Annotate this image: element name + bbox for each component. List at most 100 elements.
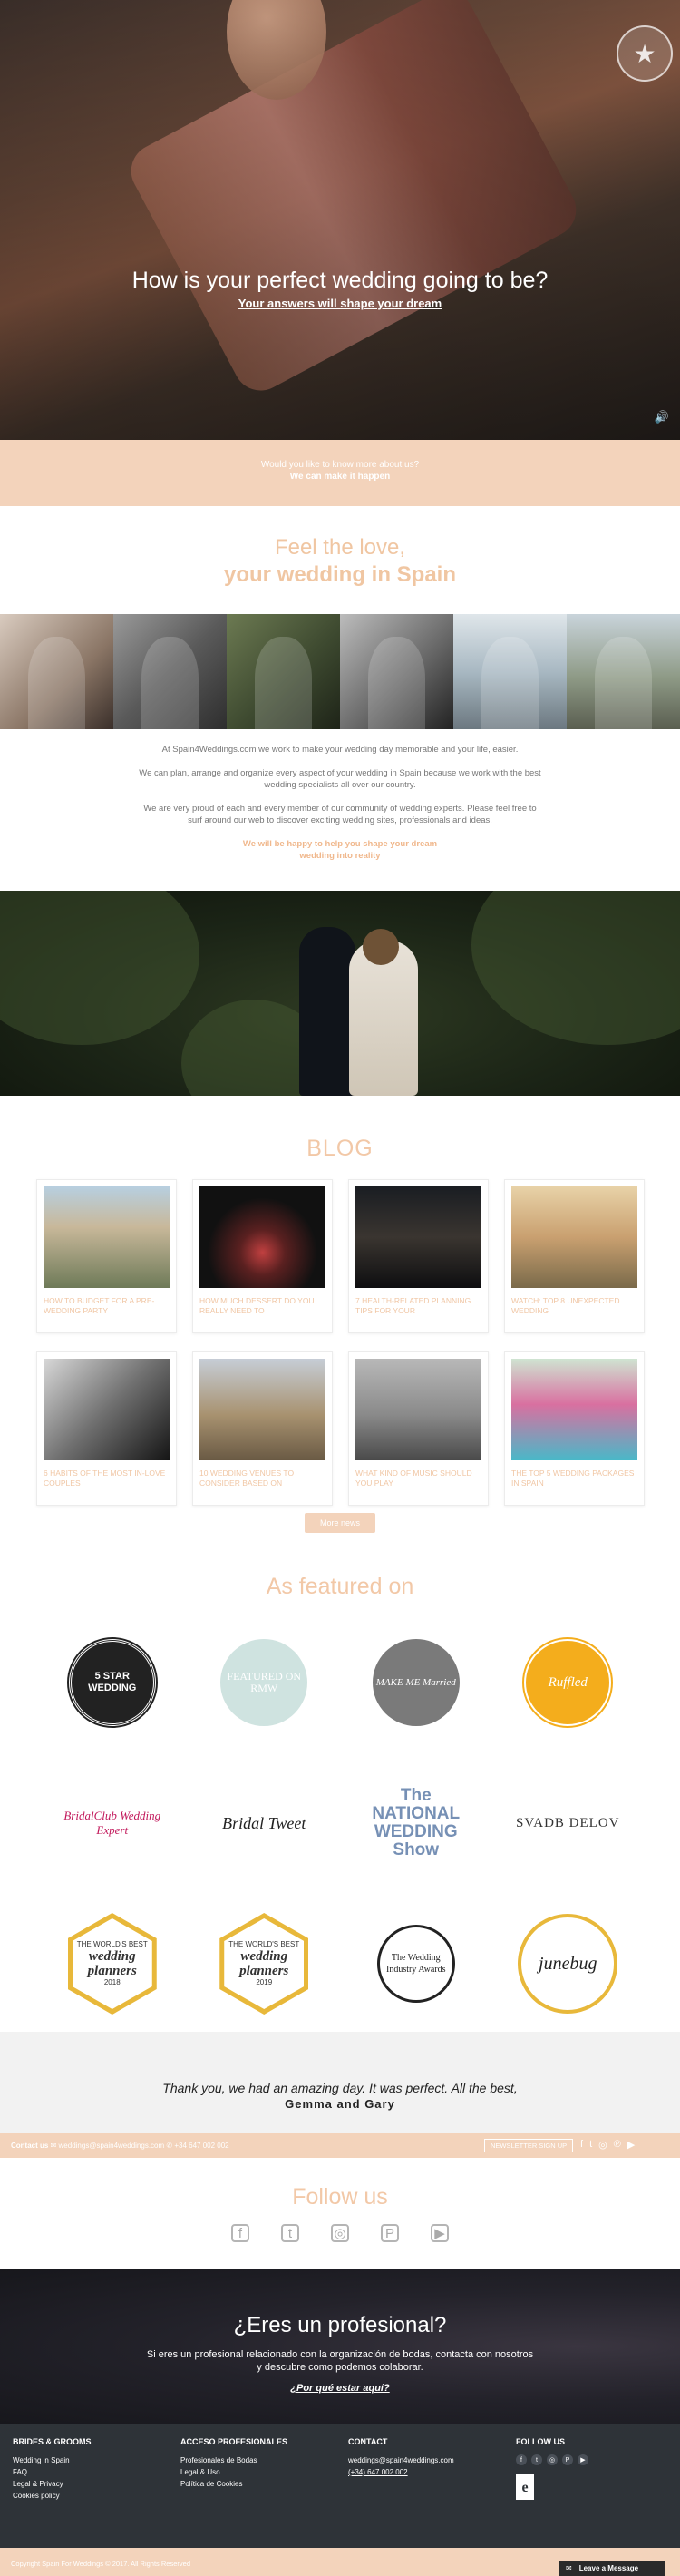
blog-card[interactable]: 10 WEDDING VENUES TO CONSIDER BASED ON xyxy=(192,1351,333,1506)
footer-col-brides: BRIDES & GROOMS Wedding in Spain FAQ Leg… xyxy=(13,2437,92,2502)
youtube-icon[interactable]: ▶ xyxy=(627,2139,635,2151)
blog-card-title: 6 HABITS OF THE MOST IN-LOVE COUPLES xyxy=(44,1469,166,1488)
sound-icon[interactable]: 🔊 xyxy=(655,410,669,424)
blog-card-title: HOW TO BUDGET FOR A PRE-WEDDING PARTY xyxy=(44,1296,155,1315)
featured-logo[interactable]: 5 STAR WEDDING xyxy=(36,1633,189,1732)
footer-link[interactable]: Profesionales de Bodas xyxy=(180,2454,287,2466)
blog-card[interactable]: HOW MUCH DESSERT DO YOU REALLY NEED TO xyxy=(192,1179,333,1333)
footer-link[interactable]: FAQ xyxy=(13,2466,92,2478)
featured-logo[interactable]: SVADB DELOV xyxy=(492,1773,645,1873)
mail-icon: ✉ xyxy=(566,2564,572,2572)
blog-card[interactable]: THE TOP 5 WEDDING PACKAGES IN SPAIN xyxy=(504,1351,645,1506)
professional-banner: ¿Eres un profesional? Si eres un profesi… xyxy=(0,2269,680,2424)
footer-email[interactable]: weddings@spain4weddings.com xyxy=(348,2454,454,2466)
leave-message-button[interactable]: ✉ Leave a Message xyxy=(559,2561,665,2576)
blog-thumbnail xyxy=(199,1359,325,1460)
pinterest-icon[interactable]: P xyxy=(381,2224,399,2242)
e-badge-icon[interactable]: e xyxy=(516,2474,534,2500)
wedding-photo xyxy=(227,614,340,729)
footer-link[interactable]: Política de Cookies xyxy=(180,2478,287,2490)
feel-title-line1: Feel the love, xyxy=(274,535,406,560)
twitter-icon[interactable]: t xyxy=(531,2454,542,2465)
phone-icon: ✆ xyxy=(166,2142,175,2150)
about-bar: Would you like to know more about us? We… xyxy=(0,440,680,506)
feel-the-love-heading: Feel the love, your wedding in Spain xyxy=(0,535,680,588)
instagram-icon[interactable]: ◎ xyxy=(598,2139,607,2151)
featured-logo[interactable]: The Wedding Industry Awards xyxy=(340,1914,492,2014)
hero-subtitle-link[interactable]: Your answers will shape your dream xyxy=(0,297,680,310)
featured-logo[interactable]: THE WORLD'S BEST wedding planners 2019 xyxy=(189,1913,341,2015)
twitter-icon[interactable]: t xyxy=(589,2139,592,2151)
blog-thumbnail xyxy=(44,1186,170,1288)
blog-thumbnail xyxy=(44,1359,170,1460)
wedding-photo xyxy=(0,614,113,729)
testimonial-author: Gemma and Gary xyxy=(285,2097,395,2111)
professional-description: Si eres un profesional relacionado con l… xyxy=(146,2349,534,2373)
footer-phone[interactable]: (+34) 647 002 002 xyxy=(348,2466,454,2478)
facebook-icon[interactable]: f xyxy=(516,2454,527,2465)
featured-logo[interactable]: Ruffled xyxy=(492,1633,645,1732)
intro-text: At Spain4Weddings.com we work to make yo… xyxy=(136,744,544,873)
instagram-icon[interactable]: ◎ xyxy=(331,2224,349,2242)
facebook-icon[interactable]: f xyxy=(580,2139,583,2151)
blog-card-title: THE TOP 5 WEDDING PACKAGES IN SPAIN xyxy=(511,1469,635,1488)
testimonial-quote: Thank you, we had an amazing day. It was… xyxy=(162,2081,518,2095)
pinterest-icon[interactable]: P xyxy=(562,2454,573,2465)
contact-bar: Contact us ✉ weddings@spain4weddings.com… xyxy=(0,2133,680,2158)
blog-card-title: 10 WEDDING VENUES TO CONSIDER BASED ON xyxy=(199,1469,295,1488)
footer-link[interactable]: Wedding in Spain xyxy=(13,2454,92,2466)
footer: BRIDES & GROOMS Wedding in Spain FAQ Leg… xyxy=(0,2424,680,2548)
intro-highlight: We will be happy to help you shape your … xyxy=(242,839,438,861)
featured-logos: 5 STAR WEDDING FEATURED ON RMW MAKE ME M… xyxy=(36,1633,645,2015)
blog-card[interactable]: 6 HABITS OF THE MOST IN-LOVE COUPLES xyxy=(36,1351,177,1506)
testimonial: Thank you, we had an amazing day. It was… xyxy=(0,2032,680,2133)
featured-logo[interactable]: Bridal Tweet xyxy=(189,1773,341,1873)
intro-paragraph: We are very proud of each and every memb… xyxy=(143,804,537,825)
featured-logo[interactable]: THE WORLD'S BEST wedding planners 2018 xyxy=(36,1913,189,2015)
featured-logo[interactable]: junebug xyxy=(492,1914,645,2014)
featured-logo[interactable]: MAKE ME Married xyxy=(340,1633,492,1732)
wedding-photo xyxy=(567,614,680,729)
pinterest-icon[interactable]: ℗ xyxy=(614,2139,621,2151)
blog-thumbnail xyxy=(355,1186,481,1288)
intro-paragraph: We can plan, arrange and organize every … xyxy=(139,768,541,790)
footer-col-follow: FOLLOW US f t ◎ P ▶ e xyxy=(516,2436,588,2500)
copyright-text: Copyright Spain For Weddings © 2017. All… xyxy=(11,2560,190,2568)
contact-label: Contact us xyxy=(11,2142,49,2150)
instagram-icon[interactable]: ◎ xyxy=(547,2454,558,2465)
youtube-icon[interactable]: ▶ xyxy=(431,2224,449,2242)
blog-card[interactable]: HOW TO BUDGET FOR A PRE-WEDDING PARTY xyxy=(36,1179,177,1333)
blog-title: BLOG xyxy=(306,1136,374,1161)
follow-title: Follow us xyxy=(292,2184,388,2210)
blog-card[interactable]: WHAT KIND OF MUSIC SHOULD YOU PLAY xyxy=(348,1351,489,1506)
youtube-icon[interactable]: ▶ xyxy=(578,2454,588,2465)
wedding-photo xyxy=(113,614,227,729)
contact-phone[interactable]: +34 647 002 002 xyxy=(174,2142,228,2150)
featured-logo[interactable]: BridalClub Wedding Expert xyxy=(36,1773,189,1873)
more-news-button[interactable]: More news xyxy=(305,1513,375,1533)
why-be-here-link[interactable]: ¿Por qué estar aquí? xyxy=(0,2383,680,2394)
featured-logo[interactable]: The NATIONAL WEDDING Show xyxy=(340,1773,492,1873)
star-badge-icon[interactable]: ★ xyxy=(617,25,673,82)
footer-link[interactable]: Cookies policy xyxy=(13,2490,92,2502)
footer-link[interactable]: Legal & Privacy xyxy=(13,2478,92,2490)
about-link[interactable]: We can make it happen xyxy=(0,472,680,482)
blog-card[interactable]: WATCH: TOP 8 UNEXPECTED WEDDING xyxy=(504,1179,645,1333)
professional-title: ¿Eres un profesional? xyxy=(233,2313,447,2337)
feel-title-line2: your wedding in Spain xyxy=(223,562,456,587)
blog-card[interactable]: 7 HEALTH-RELATED PLANNING TIPS FOR YOUR xyxy=(348,1179,489,1333)
facebook-icon[interactable]: f xyxy=(231,2224,249,2242)
wedding-photo xyxy=(453,614,567,729)
blog-grid: HOW TO BUDGET FOR A PRE-WEDDING PARTY HO… xyxy=(36,1179,645,1506)
footer-link[interactable]: Legal & Uso xyxy=(180,2466,287,2478)
hero-banner: ★ How is your perfect wedding going to b… xyxy=(0,0,680,440)
footer-col-contact: CONTACT weddings@spain4weddings.com (+34… xyxy=(348,2437,454,2478)
blog-card-title: 7 HEALTH-RELATED PLANNING TIPS FOR YOUR xyxy=(355,1296,471,1315)
newsletter-button[interactable]: NEWSLETTER SIGN UP xyxy=(484,2139,574,2152)
couple-banner-image xyxy=(0,891,680,1096)
contact-email[interactable]: weddings@spain4weddings.com xyxy=(59,2142,165,2150)
blog-card-title: WATCH: TOP 8 UNEXPECTED WEDDING xyxy=(511,1296,620,1315)
featured-logo[interactable]: FEATURED ON RMW xyxy=(189,1633,341,1732)
twitter-icon[interactable]: t xyxy=(281,2224,299,2242)
blog-thumbnail xyxy=(511,1186,637,1288)
